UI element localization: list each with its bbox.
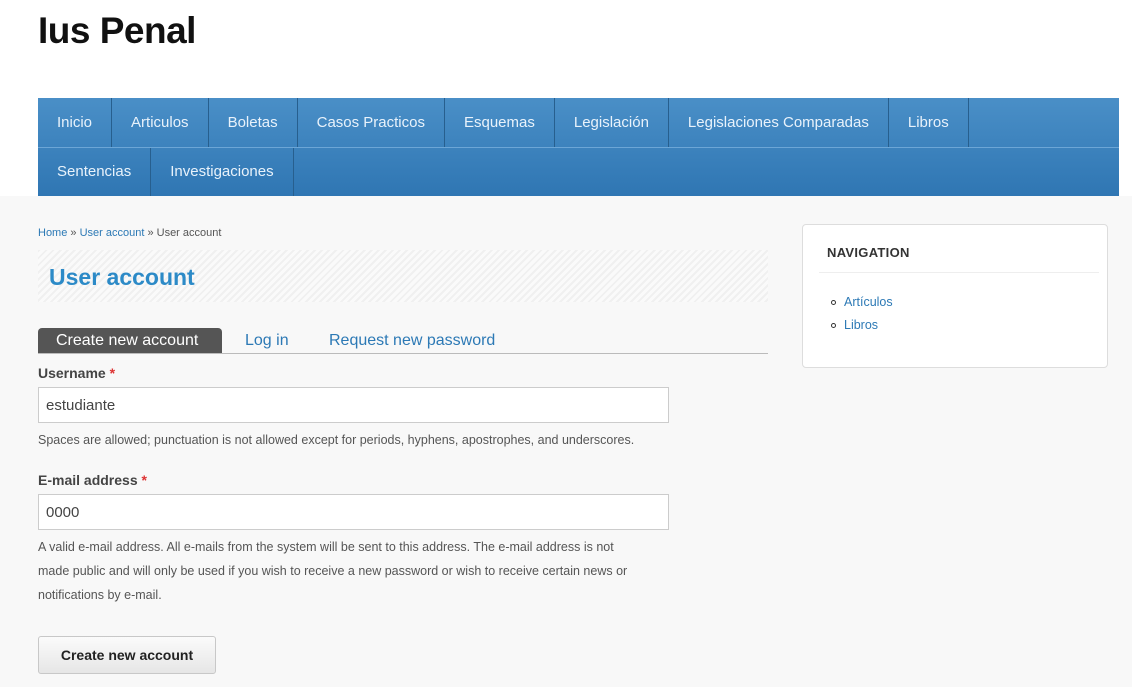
main-menu: Inicio Articulos Boletas Casos Practicos… <box>38 98 1119 196</box>
menu-item-boletas[interactable]: Boletas <box>209 98 298 147</box>
username-input[interactable] <box>38 387 669 423</box>
email-input[interactable] <box>38 494 669 530</box>
menu-item-legislaciones-comparadas[interactable]: Legislaciones Comparadas <box>669 98 889 147</box>
bullet-icon <box>831 323 836 329</box>
breadcrumb: Home » User account » User account <box>38 227 221 239</box>
account-tabs: Create new account Log in Request new pa… <box>38 328 768 354</box>
page-title: User account <box>49 264 195 290</box>
username-label-text: Username <box>38 365 106 381</box>
breadcrumb-home-link[interactable]: Home <box>38 227 67 239</box>
main-menu-row-1: Inicio Articulos Boletas Casos Practicos… <box>38 98 969 147</box>
divider <box>819 272 1099 273</box>
breadcrumb-user-account-link[interactable]: User account <box>80 227 145 239</box>
email-description: A valid e-mail address. All e-mails from… <box>38 535 627 607</box>
create-new-account-button[interactable]: Create new account <box>38 636 216 674</box>
navigation-list: Artículos Libros <box>831 291 893 337</box>
site-header: Ius Penal <box>0 0 1132 98</box>
site-name[interactable]: Ius Penal <box>38 10 196 52</box>
email-description-line: made public and will only be used if you… <box>38 564 628 578</box>
email-description-line: notifications by e-mail. <box>38 588 162 602</box>
menu-item-libros[interactable]: Libros <box>889 98 969 147</box>
tab-create-new-account[interactable]: Create new account <box>38 328 222 353</box>
menu-item-legislacion[interactable]: Legislación <box>555 98 669 147</box>
required-marker: * <box>109 365 116 381</box>
tab-request-new-password[interactable]: Request new password <box>329 328 495 353</box>
username-description: Spaces are allowed; punctuation is not a… <box>38 433 635 447</box>
navigation-item-articulos: Artículos <box>831 291 893 314</box>
menu-item-investigaciones[interactable]: Investigaciones <box>151 147 294 196</box>
menu-item-inicio[interactable]: Inicio <box>38 98 113 147</box>
breadcrumb-current: User account <box>156 227 222 239</box>
required-marker: * <box>141 472 147 488</box>
email-label: E-mail address * <box>38 472 147 488</box>
breadcrumb-separator: » <box>67 227 80 239</box>
menu-item-sentencias[interactable]: Sentencias <box>38 147 152 196</box>
main-menu-row-2: Sentencias Investigaciones <box>38 147 1118 196</box>
navigation-block-title: NAVIGATION <box>827 245 910 260</box>
tab-log-in[interactable]: Log in <box>245 328 289 353</box>
bullet-icon <box>831 300 836 306</box>
menu-item-articulos[interactable]: Articulos <box>112 98 209 147</box>
navigation-link-libros[interactable]: Libros <box>844 318 878 332</box>
email-label-text: E-mail address <box>38 472 138 488</box>
menu-item-esquemas[interactable]: Esquemas <box>445 98 555 147</box>
menu-item-casos-practicos[interactable]: Casos Practicos <box>298 98 445 147</box>
navigation-block: NAVIGATION Artículos Libros <box>802 224 1108 368</box>
email-description-line: A valid e-mail address. All e-mails from… <box>38 540 614 554</box>
navigation-item-libros: Libros <box>831 314 893 337</box>
navigation-link-articulos[interactable]: Artículos <box>844 295 893 309</box>
breadcrumb-separator: » <box>144 227 157 239</box>
username-label: Username * <box>38 365 115 381</box>
